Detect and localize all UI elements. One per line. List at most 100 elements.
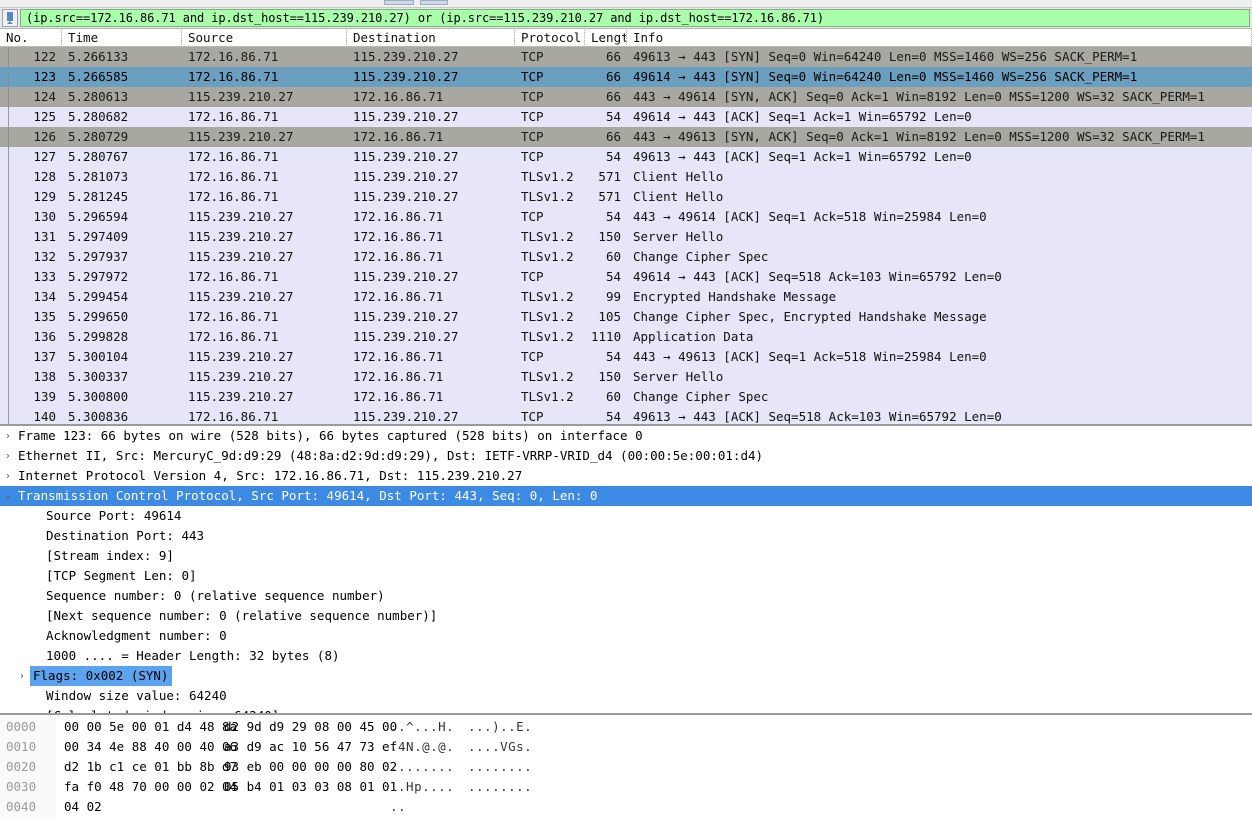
packet-cell-source: 172.16.86.71 <box>182 167 347 187</box>
packet-row[interactable]: 1255.280682172.16.86.71115.239.210.27TCP… <box>0 107 1252 127</box>
detail-tree-row[interactable]: [Stream index: 9] <box>0 546 1252 566</box>
packet-cell-time: 5.266585 <box>62 67 182 87</box>
hexdump-row[interactable]: 000000 00 5e 00 01 d4 48 8ad2 9d d9 29 0… <box>0 717 1252 737</box>
packet-row[interactable]: 1295.281245172.16.86.71115.239.210.27TLS… <box>0 187 1252 207</box>
packet-list-rows: 1225.266133172.16.86.71115.239.210.27TCP… <box>0 47 1252 426</box>
packet-cell-time: 5.281073 <box>62 167 182 187</box>
packet-cell-time: 5.299454 <box>62 287 182 307</box>
detail-tree-row[interactable]: ›Flags: 0x002 (SYN) <box>0 666 1252 686</box>
detail-tree-row[interactable]: Window size value: 64240 <box>0 686 1252 706</box>
detail-tree-row[interactable]: Source Port: 49614 <box>0 506 1252 526</box>
chevron-down-icon[interactable]: ⌄ <box>0 486 16 506</box>
packet-bytes-pane[interactable]: 000000 00 5e 00 01 d4 48 8ad2 9d d9 29 0… <box>0 715 1252 821</box>
packet-row[interactable]: 1305.296594115.239.210.27172.16.86.71TCP… <box>0 207 1252 227</box>
hexdump-row[interactable]: 001000 34 4e 88 40 00 40 06a3 d9 ac 10 5… <box>0 737 1252 757</box>
packet-cell-length: 54 <box>585 267 627 287</box>
packet-cell-destination: 115.239.210.27 <box>347 67 515 87</box>
column-header-time[interactable]: Time <box>62 30 182 45</box>
hexdump-hex: 00 34 4e 88 40 00 40 06a3 d9 ac 10 56 47… <box>56 737 374 757</box>
packet-row[interactable]: 1245.280613115.239.210.27172.16.86.71TCP… <box>0 87 1252 107</box>
packet-cell-source: 172.16.86.71 <box>182 307 347 327</box>
column-header-destination[interactable]: Destination <box>347 30 515 45</box>
hexdump-row[interactable]: 0030fa f0 48 70 00 00 02 0405 b4 01 03 0… <box>0 777 1252 797</box>
packet-cell-no: 124 <box>0 87 62 107</box>
packet-row[interactable]: 1275.280767172.16.86.71115.239.210.27TCP… <box>0 147 1252 167</box>
hexdump-row[interactable]: 0020d2 1b c1 ce 01 bb 8b d793 eb 00 00 0… <box>0 757 1252 777</box>
detail-tree-row[interactable]: ›Ethernet II, Src: MercuryC_9d:d9:29 (48… <box>0 446 1252 466</box>
packet-row[interactable]: 1315.297409115.239.210.27172.16.86.71TLS… <box>0 227 1252 247</box>
column-header-info[interactable]: Info <box>627 30 1252 45</box>
packet-cell-no: 135 <box>0 307 62 327</box>
packet-cell-destination: 172.16.86.71 <box>347 87 515 107</box>
detail-tree-row[interactable]: [Calculated window size: 64240] <box>0 706 1252 715</box>
column-header-length[interactable]: Length <box>585 30 627 45</box>
detail-tree-row[interactable]: ›Internet Protocol Version 4, Src: 172.1… <box>0 466 1252 486</box>
hexdump-row[interactable]: 004004 02.. <box>0 797 1252 817</box>
detail-tree-label: 1000 .... = Header Length: 32 bytes (8) <box>44 646 340 666</box>
packet-cell-no: 138 <box>0 367 62 387</box>
packet-cell-length: 99 <box>585 287 627 307</box>
chevron-right-icon[interactable]: › <box>0 426 16 446</box>
packet-row[interactable]: 1405.300836172.16.86.71115.239.210.27TCP… <box>0 407 1252 426</box>
packet-cell-protocol: TCP <box>515 207 585 227</box>
packet-cell-protocol: TCP <box>515 267 585 287</box>
detail-tree-row[interactable]: Acknowledgment number: 0 <box>0 626 1252 646</box>
hexdump-ascii: ..Hp............ <box>374 777 532 797</box>
packet-row[interactable]: 1285.281073172.16.86.71115.239.210.27TLS… <box>0 167 1252 187</box>
packet-row[interactable]: 1235.266585172.16.86.71115.239.210.27TCP… <box>0 67 1252 87</box>
packet-cell-info: 443 → 49613 [SYN, ACK] Seq=0 Ack=1 Win=8… <box>627 127 1252 147</box>
chevron-right-icon[interactable]: › <box>0 446 16 466</box>
detail-tree-row[interactable]: Destination Port: 443 <box>0 526 1252 546</box>
toolbar-button-remnant-2[interactable] <box>420 0 448 5</box>
packet-row[interactable]: 1375.300104115.239.210.27172.16.86.71TCP… <box>0 347 1252 367</box>
packet-row[interactable]: 1265.280729115.239.210.27172.16.86.71TCP… <box>0 127 1252 147</box>
detail-tree-row[interactable]: [TCP Segment Len: 0] <box>0 566 1252 586</box>
detail-tree-row[interactable]: ⌄Transmission Control Protocol, Src Port… <box>0 486 1252 506</box>
packet-cell-info: 443 → 49614 [ACK] Seq=1 Ack=518 Win=2598… <box>627 207 1252 227</box>
packet-cell-length: 150 <box>585 227 627 247</box>
packet-row[interactable]: 1225.266133172.16.86.71115.239.210.27TCP… <box>0 47 1252 67</box>
detail-tree-row[interactable]: ›Frame 123: 66 bytes on wire (528 bits),… <box>0 426 1252 446</box>
packet-list-pane[interactable]: No.TimeSourceDestinationProtocolLengthIn… <box>0 29 1252 426</box>
packet-cell-protocol: TCP <box>515 47 585 67</box>
packet-cell-time: 5.300836 <box>62 407 182 426</box>
column-header-protocol[interactable]: Protocol <box>515 30 585 45</box>
hexdump-ascii: ................ <box>374 757 532 777</box>
toolbar-strip <box>0 0 1252 8</box>
detail-tree-label: Frame 123: 66 bytes on wire (528 bits), … <box>16 426 643 446</box>
hexdump-ascii: .. <box>374 797 468 817</box>
packet-cell-info: Encrypted Handshake Message <box>627 287 1252 307</box>
display-filter-input[interactable]: (ip.src==172.16.86.71 and ip.dst_host==1… <box>20 9 1250 27</box>
packet-cell-time: 5.300800 <box>62 387 182 407</box>
chevron-right-icon[interactable]: › <box>14 666 30 686</box>
packet-row[interactable]: 1325.297937115.239.210.27172.16.86.71TLS… <box>0 247 1252 267</box>
packet-row[interactable]: 1335.297972172.16.86.71115.239.210.27TCP… <box>0 267 1252 287</box>
toolbar-button-remnant-1[interactable] <box>384 0 414 5</box>
packet-cell-protocol: TLSv1.2 <box>515 367 585 387</box>
packet-cell-protocol: TLSv1.2 <box>515 287 585 307</box>
column-header-source[interactable]: Source <box>182 30 347 45</box>
packet-cell-no: 140 <box>0 407 62 426</box>
detail-tree-row[interactable]: [Next sequence number: 0 (relative seque… <box>0 606 1252 626</box>
packet-row[interactable]: 1365.299828172.16.86.71115.239.210.27TLS… <box>0 327 1252 347</box>
packet-cell-no: 123 <box>0 67 62 87</box>
detail-tree-label: Ethernet II, Src: MercuryC_9d:d9:29 (48:… <box>16 446 763 466</box>
packet-row[interactable]: 1355.299650172.16.86.71115.239.210.27TLS… <box>0 307 1252 327</box>
detail-tree-row[interactable]: 1000 .... = Header Length: 32 bytes (8) <box>0 646 1252 666</box>
packet-cell-time: 5.280682 <box>62 107 182 127</box>
chevron-right-icon[interactable]: › <box>0 466 16 486</box>
packet-detail-pane[interactable]: ›Frame 123: 66 bytes on wire (528 bits),… <box>0 426 1252 715</box>
packet-cell-destination: 172.16.86.71 <box>347 287 515 307</box>
packet-cell-protocol: TCP <box>515 127 585 147</box>
packet-row[interactable]: 1395.300800115.239.210.27172.16.86.71TLS… <box>0 387 1252 407</box>
packet-cell-protocol: TCP <box>515 347 585 367</box>
packet-list-gutter-line <box>8 47 9 426</box>
packet-cell-length: 54 <box>585 107 627 127</box>
detail-tree-row[interactable]: Sequence number: 0 (relative sequence nu… <box>0 586 1252 606</box>
packet-row[interactable]: 1345.299454115.239.210.27172.16.86.71TLS… <box>0 287 1252 307</box>
packet-row[interactable]: 1385.300337115.239.210.27172.16.86.71TLS… <box>0 367 1252 387</box>
packet-cell-length: 571 <box>585 167 627 187</box>
bookmark-icon[interactable] <box>2 9 18 27</box>
hexdump-offset: 0010 <box>0 737 56 757</box>
column-header-no[interactable]: No. <box>0 30 62 45</box>
